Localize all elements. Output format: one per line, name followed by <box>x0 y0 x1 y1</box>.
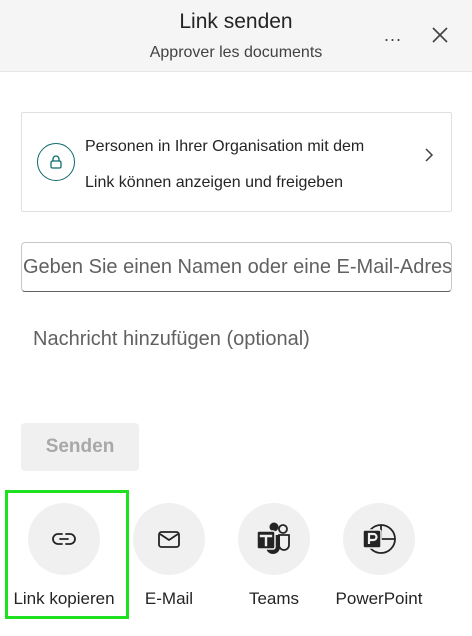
more-options-button[interactable]: ... <box>378 20 408 50</box>
message-input[interactable] <box>21 322 452 382</box>
lock-icon <box>37 143 75 181</box>
email-button[interactable] <box>133 503 205 575</box>
close-button[interactable] <box>425 20 455 50</box>
powerpoint-button[interactable] <box>343 503 415 575</box>
close-icon <box>432 27 448 43</box>
recipient-input[interactable] <box>21 242 452 292</box>
mail-icon <box>158 531 180 548</box>
link-icon <box>52 533 76 545</box>
send-button[interactable]: Senden <box>21 423 139 471</box>
teams-button[interactable] <box>238 503 310 575</box>
powerpoint-option[interactable]: PowerPoint <box>329 503 429 613</box>
link-permissions-button[interactable]: Personen in Ihrer Organisation mit dem L… <box>21 112 452 212</box>
permission-line-1: Personen in Ihrer Organisation mit dem <box>85 138 365 155</box>
chevron-right-icon <box>425 148 434 162</box>
permission-description: Personen in Ihrer Organisation mit dem L… <box>85 129 415 201</box>
powerpoint-icon <box>362 524 396 554</box>
powerpoint-label: PowerPoint <box>335 589 423 608</box>
copy-link-button[interactable] <box>28 503 100 575</box>
dialog-header: Link senden Approver les documents ... <box>0 0 472 72</box>
teams-icon <box>256 522 290 554</box>
permission-line-2: Link können anzeigen und freigeben <box>85 174 343 191</box>
